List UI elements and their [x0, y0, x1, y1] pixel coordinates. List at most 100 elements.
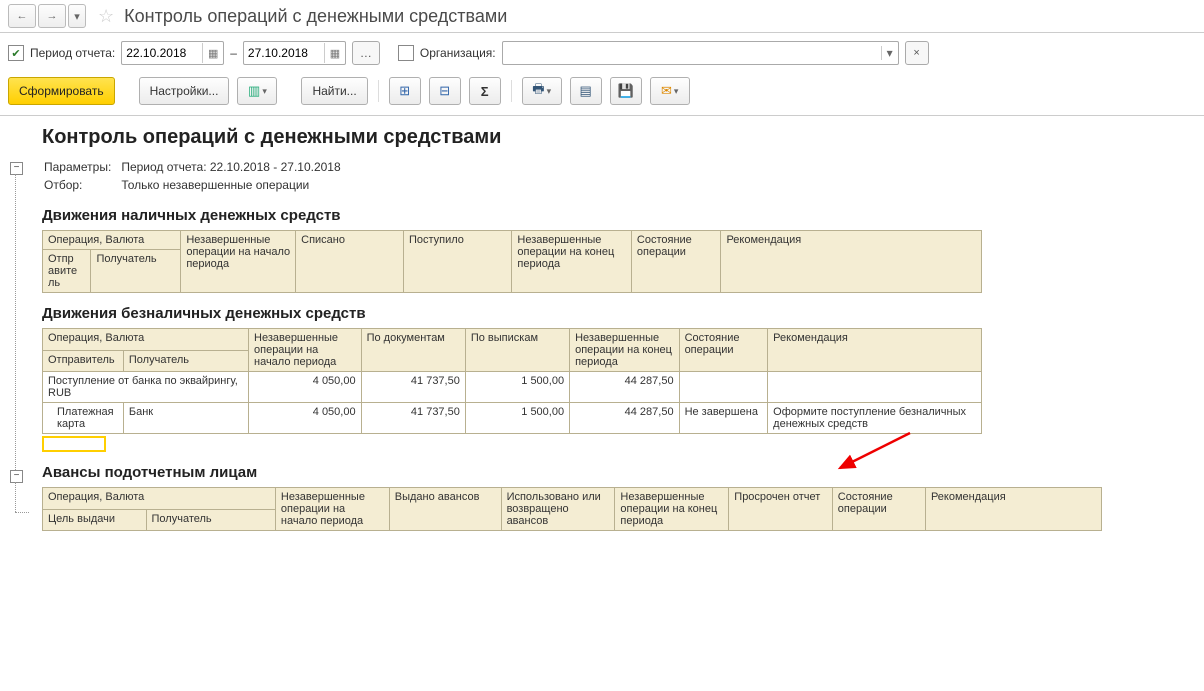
- cash-section-title: Движения наличных денежных средств: [42, 207, 1194, 224]
- noncash-section-title: Движения безналичных денежных средств: [42, 305, 1194, 322]
- params-value: Период отчета: 22.10.2018 - 27.10.2018: [121, 159, 348, 175]
- date-from-field[interactable]: ▦: [121, 41, 224, 65]
- col-purpose: Цель выдачи: [43, 509, 147, 531]
- period-label: Период отчета:: [30, 46, 115, 60]
- cell-start: 4 050,00: [249, 403, 362, 434]
- cell-receiver: Банк: [123, 403, 248, 434]
- org-clear-button[interactable]: ×: [905, 41, 929, 65]
- col-receiver: Получатель: [123, 350, 248, 372]
- toolbar: Сформировать Настройки... ▥▾ Найти... ⊞ …: [0, 73, 1204, 115]
- params-label: Параметры:: [44, 159, 119, 175]
- col-unfinished-start: Незавершенные операции на начало периода: [249, 329, 362, 372]
- cell-stmts: 1 500,00: [465, 403, 569, 434]
- print-button[interactable]: 🖶▾: [522, 77, 562, 105]
- col-state: Состояние операции: [832, 488, 925, 531]
- table-header-row: Операция, Валюта Незавершенные операции …: [43, 231, 982, 250]
- report-content: Контроль операций с денежными средствами…: [32, 116, 1204, 545]
- cell-end: 44 287,50: [570, 403, 679, 434]
- org-input[interactable]: [503, 43, 881, 63]
- col-issued: Выдано авансов: [389, 488, 501, 531]
- cell-state: Не завершена: [679, 403, 768, 434]
- nav-forward-button[interactable]: →: [38, 4, 66, 28]
- separator: [378, 80, 379, 102]
- separator: [511, 80, 512, 102]
- cell-docs: 41 737,50: [361, 372, 465, 403]
- filter-value: Только незавершенные операции: [121, 177, 348, 193]
- advances-section-title: Авансы подотчетным лицам: [42, 464, 1194, 481]
- collapse-all-button[interactable]: ⊟: [429, 77, 461, 105]
- col-sender: Отправитель: [43, 350, 124, 372]
- noncash-table: Операция, Валюта Незавершенные операции …: [42, 328, 982, 434]
- nav-history-dropdown[interactable]: ▾: [68, 4, 86, 28]
- col-state: Состояние операции: [631, 231, 721, 293]
- filter-label: Отбор:: [44, 177, 119, 193]
- selection-highlight: [42, 436, 106, 452]
- outline-toggle[interactable]: −: [10, 162, 23, 175]
- table-row[interactable]: Поступление от банка по эквайрингу, RUB …: [43, 372, 982, 403]
- col-recommend: Рекомендация: [925, 488, 1101, 531]
- cell-recommend: [768, 372, 982, 403]
- settings-button[interactable]: Настройки...: [139, 77, 230, 105]
- find-button[interactable]: Найти...: [301, 77, 367, 105]
- org-checkbox[interactable]: ✔: [398, 45, 414, 61]
- outline-toggle[interactable]: −: [10, 470, 23, 483]
- org-field[interactable]: ▾: [502, 41, 899, 65]
- cell-sender: Платежная карта: [43, 403, 124, 434]
- table-header-row: Операция, Валюта Незавершенные операции …: [43, 488, 1102, 510]
- report-title: Контроль операций с денежными средствами: [42, 126, 1194, 149]
- col-operation: Операция, Валюта: [43, 488, 276, 510]
- date-from-input[interactable]: [122, 43, 202, 63]
- date-dash: –: [230, 46, 237, 60]
- report-area: − − Контроль операций с денежными средст…: [0, 115, 1204, 545]
- table-header-row: Операция, Валюта Незавершенные операции …: [43, 329, 982, 351]
- send-button[interactable]: ✉▾: [650, 77, 690, 105]
- topbar: ← → ▾ ☆ Контроль операций с денежными ср…: [0, 0, 1204, 33]
- calendar-icon[interactable]: ▦: [324, 43, 345, 63]
- advances-table: Операция, Валюта Незавершенные операции …: [42, 487, 1102, 531]
- cell-start: 4 050,00: [249, 372, 362, 403]
- col-unfinished-end: Незавершенные операции на конец периода: [570, 329, 679, 372]
- settings-variants-button[interactable]: ▥▾: [237, 77, 277, 105]
- sum-button[interactable]: Σ: [469, 77, 501, 105]
- col-received: Поступило: [403, 231, 511, 293]
- col-used: Использовано или возвращено авансов: [501, 488, 615, 531]
- col-recommend: Рекомендация: [721, 231, 982, 293]
- cash-table: Операция, Валюта Незавершенные операции …: [42, 230, 982, 293]
- generate-button[interactable]: Сформировать: [8, 77, 115, 105]
- col-unfinished-end: Незавершенные операции на конец периода: [512, 231, 632, 293]
- table-row[interactable]: Платежная карта Банк 4 050,00 41 737,50 …: [43, 403, 982, 434]
- date-to-input[interactable]: [244, 43, 324, 63]
- col-written: Списано: [296, 231, 404, 293]
- col-operation: Операция, Валюта: [43, 329, 249, 351]
- col-unfinished-start: Незавершенные операции на начало периода: [275, 488, 389, 531]
- col-docs: По документам: [361, 329, 465, 372]
- col-receiver: Получатель: [146, 509, 275, 531]
- calendar-icon[interactable]: ▦: [202, 43, 223, 63]
- filter-bar: ✔ Период отчета: ▦ – ▦ … ✔ Организация: …: [0, 33, 1204, 73]
- cell-recommend: Оформите поступление безналичных денежны…: [768, 403, 982, 434]
- org-dropdown-icon[interactable]: ▾: [881, 46, 898, 60]
- nav-back-button[interactable]: ←: [8, 4, 36, 28]
- outline-rail: − −: [10, 122, 30, 545]
- col-recommend: Рекомендация: [768, 329, 982, 372]
- col-operation: Операция, Валюта: [43, 231, 181, 250]
- report-params: Параметры: Период отчета: 22.10.2018 - 2…: [42, 157, 351, 195]
- cell-end: 44 287,50: [570, 372, 679, 403]
- cell-stmts: 1 500,00: [465, 372, 569, 403]
- period-checkbox[interactable]: ✔: [8, 45, 24, 61]
- expand-all-button[interactable]: ⊞: [389, 77, 421, 105]
- page-title: Контроль операций с денежными средствами: [124, 6, 507, 27]
- print-preview-button[interactable]: ▤: [570, 77, 602, 105]
- col-state: Состояние операции: [679, 329, 768, 372]
- cell-state: [679, 372, 768, 403]
- col-unfinished-end: Незавершенные операции на конец периода: [615, 488, 729, 531]
- favorite-star-icon[interactable]: ☆: [98, 6, 114, 27]
- col-statements: По выпискам: [465, 329, 569, 372]
- period-picker-button[interactable]: …: [352, 41, 380, 65]
- cell-docs: 41 737,50: [361, 403, 465, 434]
- col-overdue: Просрочен отчет: [729, 488, 833, 531]
- save-button[interactable]: 💾: [610, 77, 642, 105]
- org-label: Организация:: [420, 46, 496, 60]
- col-receiver: Получатель: [91, 250, 181, 293]
- date-to-field[interactable]: ▦: [243, 41, 346, 65]
